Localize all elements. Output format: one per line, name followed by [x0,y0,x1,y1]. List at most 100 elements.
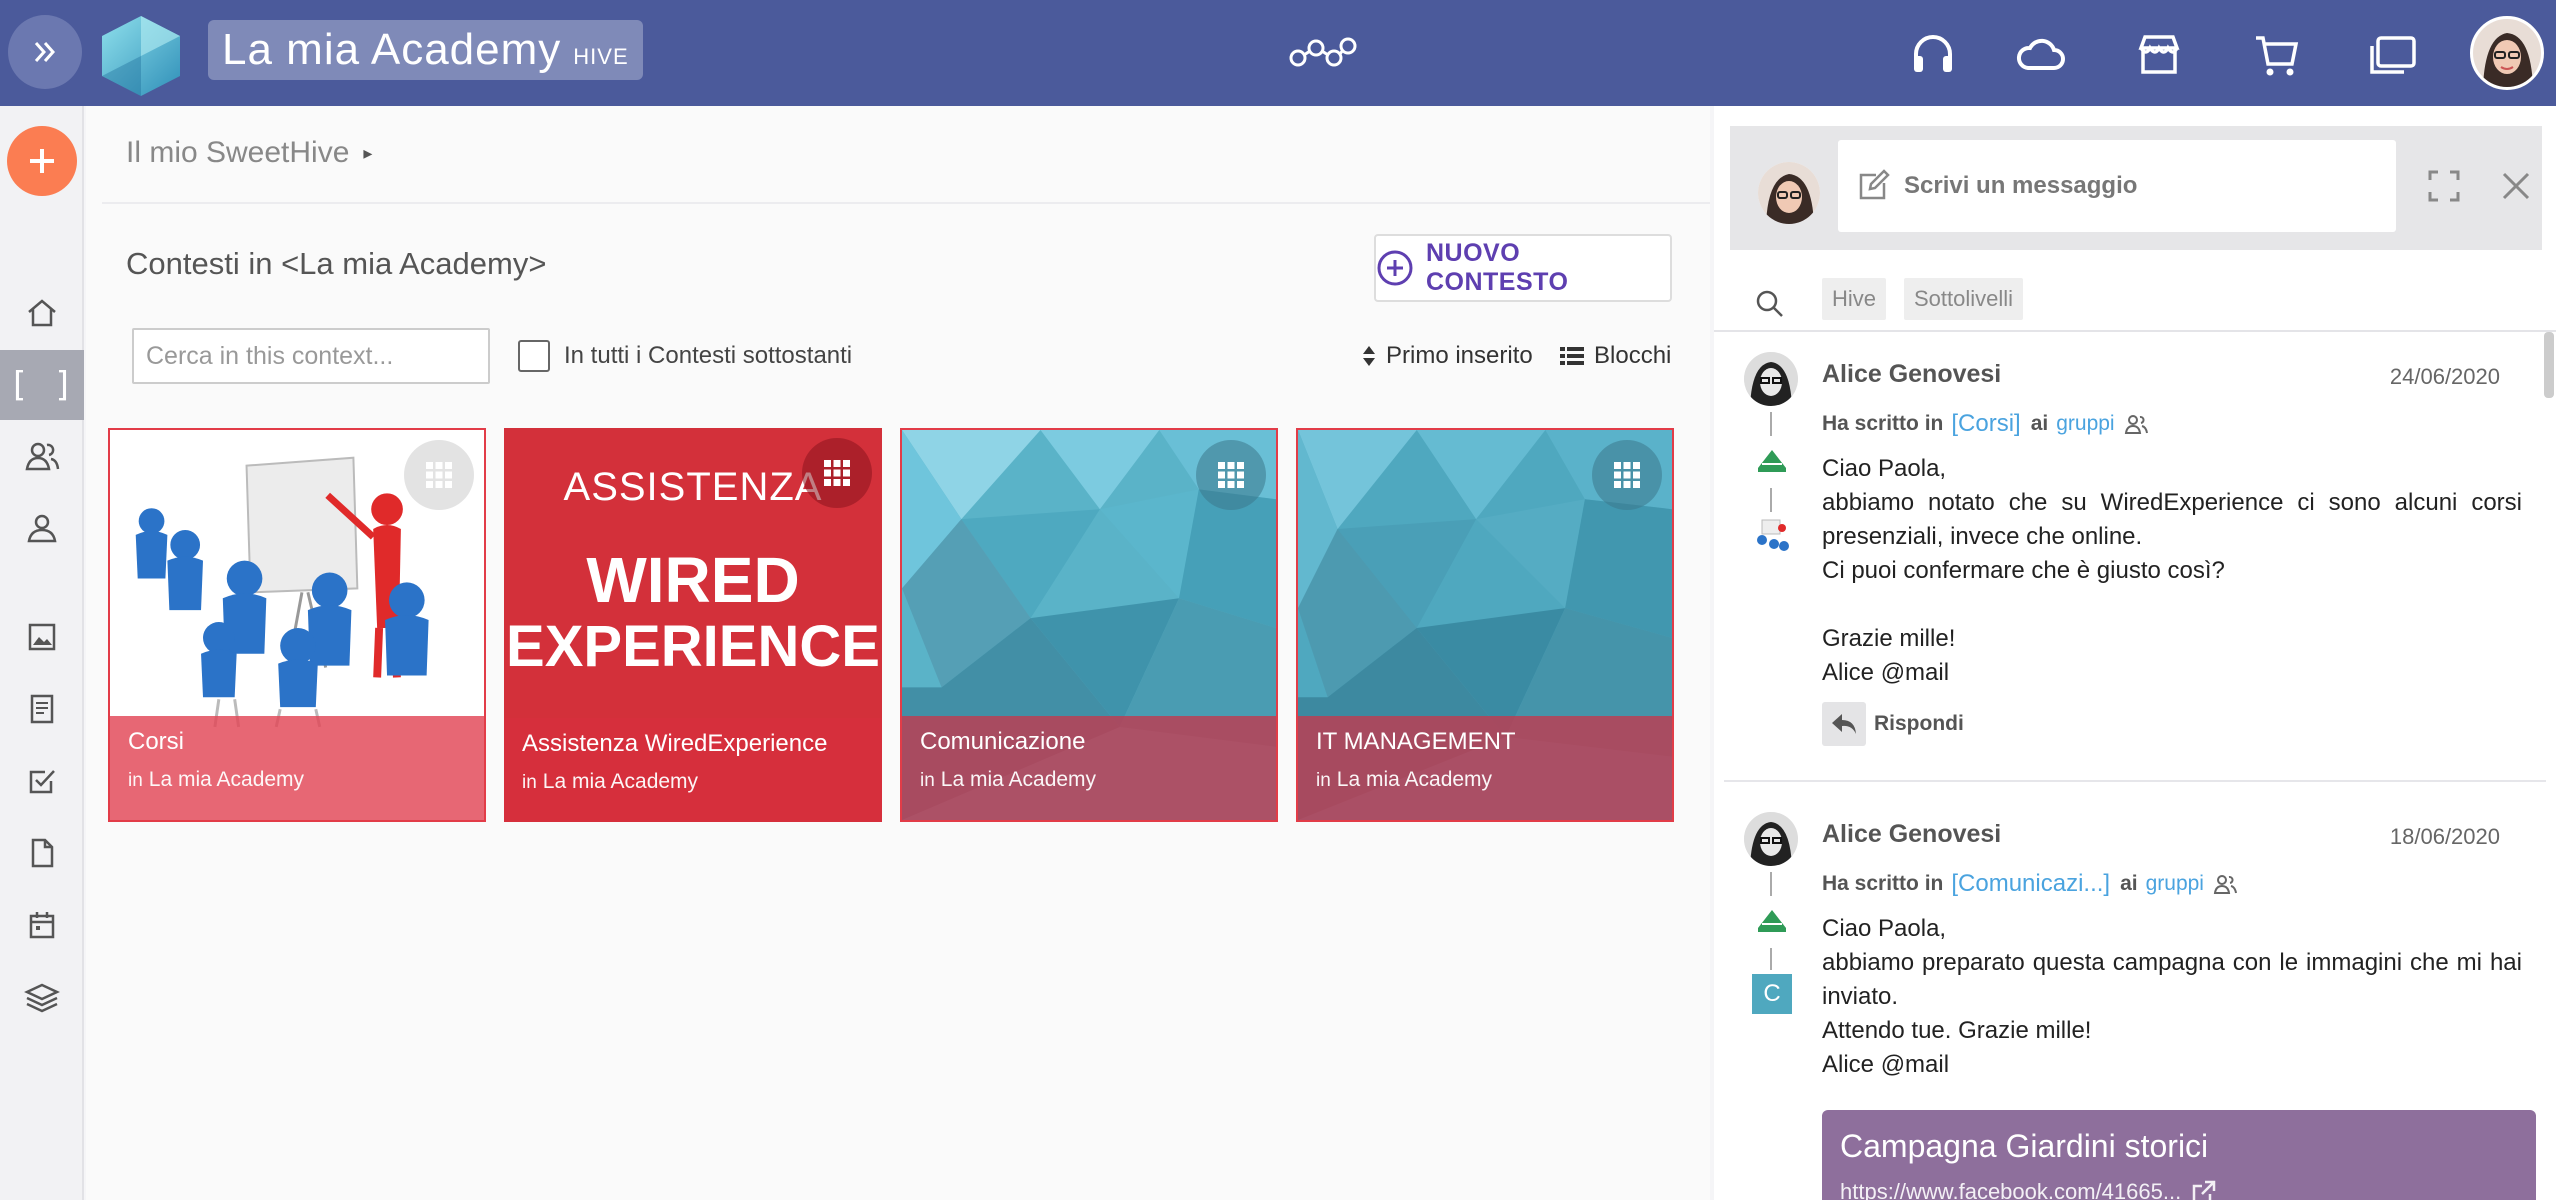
view-mode-toggle[interactable]: Blocchi [1560,342,1671,370]
course-thumbnail-icon [1752,516,1792,556]
plus-icon [30,149,54,173]
card-menu-button[interactable] [1592,440,1662,510]
add-button[interactable] [7,126,77,196]
card-title: Corsi [128,728,185,755]
post-date: 24/06/2020 [2389,364,2500,389]
link-url[interactable]: https://www.facebook.com/41665... [1840,1179,2518,1200]
user-photo-icon [1758,162,1820,224]
banner-main-text-1: WIRED [586,544,799,616]
message-input[interactable]: Scrivi un messaggio [1838,140,2396,232]
sidebar-item-gallery[interactable] [0,602,84,672]
context-search-input[interactable] [132,328,490,384]
scrollbar[interactable] [2544,332,2554,398]
close-icon[interactable] [2498,168,2534,204]
avatar[interactable] [1744,352,1798,406]
app-title-name: La mia Academy [222,25,562,74]
breadcrumb[interactable]: Il mio SweetHive ▸ [126,136,372,170]
image-icon [28,623,56,651]
search-icon[interactable] [1754,288,1786,320]
card-title: IT MANAGEMENT [1316,728,1516,755]
sidebar-item-profile[interactable] [0,494,84,564]
card-caption: Comunicazione in La mia Academy [902,716,1276,820]
user-avatar[interactable] [2470,16,2544,90]
expand-sidebar-button[interactable] [8,15,82,89]
sidebar-item-files[interactable] [0,818,84,888]
post-body: Ciao Paola, abbiamo notato che su WiredE… [1822,455,2522,686]
thread-line [1770,948,1772,970]
activity-feed: Alice Genovesi 24/06/2020 Ha scritto in … [1714,330,2556,1200]
card-menu-button[interactable] [404,440,474,510]
sidebar-item-calendar[interactable] [0,890,84,960]
sidebar-item-documents[interactable] [0,674,84,744]
external-link-icon [2192,1180,2216,1200]
context-card-assistenza[interactable]: ASSISTENZA WIRED EXPERIENCE Assistenza W… [504,428,882,822]
home-icon [28,299,56,327]
sidebar-item-tasks[interactable] [0,746,84,816]
plus-circle-icon [1377,250,1413,286]
post-group-link[interactable]: gruppi [2056,412,2114,436]
checkbox-icon [29,770,55,794]
link-title: Campagna Giardini storici [1840,1128,2209,1164]
avatar[interactable] [1744,812,1798,866]
app-title[interactable]: La mia Academy HIVE [208,20,643,80]
avatar [1758,162,1820,224]
profile-icon [27,514,57,543]
caret-right-icon: ▸ [363,142,373,163]
main-content: Il mio SweetHive ▸ Contesti in <La mia A… [86,106,1710,1200]
chat-windows-icon[interactable] [2366,28,2420,82]
grid-icon [426,462,452,488]
hive-logo[interactable] [98,14,184,98]
divider [1724,780,2546,782]
left-sidebar: [ ] [0,106,84,1200]
fullscreen-icon[interactable] [2426,168,2462,204]
headset-icon[interactable] [1906,28,1960,82]
groups-icon [25,442,60,471]
context-card-it-management[interactable]: IT MANAGEMENT in La mia Academy [1296,428,1674,822]
post-group-link[interactable]: gruppi [2146,872,2204,896]
context-card-comunicazione[interactable]: Comunicazione in La mia Academy [900,428,1278,822]
context-letter-badge: C [1752,974,1792,1014]
cart-icon[interactable] [2250,28,2304,82]
card-menu-button[interactable] [1196,440,1266,510]
card-parent: in La mia Academy [522,770,699,793]
post-context-link[interactable]: [Corsi] [1951,410,2020,438]
store-icon[interactable] [2132,28,2186,82]
double-chevron-right-icon [34,42,56,62]
post-author[interactable]: Alice Genovesi [1822,820,2001,849]
sort-dropdown[interactable]: Primo inserito [1362,342,1533,370]
user-photo-icon [2473,19,2541,87]
layers-icon [24,983,60,1013]
sidebar-item-contexts[interactable]: [ ] [0,350,84,420]
thread-line [1770,412,1772,436]
grid-icon [824,460,850,486]
compose-bar: Scrivi un messaggio [1730,126,2542,250]
banner-top-text: ASSISTENZA [564,465,823,509]
post-author[interactable]: Alice Genovesi [1822,360,2001,389]
calendar-icon [29,912,55,939]
list-blocks-icon [1560,347,1584,365]
post-date: 18/06/2020 [2389,824,2500,849]
thread-line [1770,872,1772,896]
reply-button[interactable]: Rispondi [1822,702,1964,746]
card-menu-button[interactable] [802,438,872,508]
sidebar-item-home[interactable] [0,278,84,348]
checkbox[interactable] [518,340,550,372]
author-photo-icon [1744,352,1798,406]
breadcrumb-item[interactable]: Il mio SweetHive [126,136,349,170]
cloud-icon[interactable] [2014,28,2068,82]
card-caption: IT MANAGEMENT in La mia Academy [1298,716,1672,820]
group-icon [2124,415,2148,434]
context-card-corsi[interactable]: Corsi in La mia Academy [108,428,486,822]
new-context-button[interactable]: NUOVO CONTESTO [1374,234,1672,302]
card-parent: in La mia Academy [920,768,1097,791]
post-body: Ciao Paola, abbiamo preparato questa cam… [1822,915,2522,1078]
post-context-link[interactable]: [Comunicazi...] [1951,870,2110,898]
all-subcontexts-checkbox[interactable]: In tutti i Contesti sottostanti [518,340,852,372]
sidebar-item-layers[interactable] [0,962,84,1032]
filter-chip-hive[interactable]: Hive [1822,278,1887,320]
network-icon[interactable] [1288,30,1362,78]
link-preview-card[interactable]: Campagna Giardini storici https://www.fa… [1822,1110,2536,1200]
post-meta: Ha scritto in [Comunicazi...] ai gruppi [1822,870,2238,898]
filter-chip-sottolivelli[interactable]: Sottolivelli [1904,278,2024,320]
sidebar-item-groups[interactable] [0,422,84,492]
